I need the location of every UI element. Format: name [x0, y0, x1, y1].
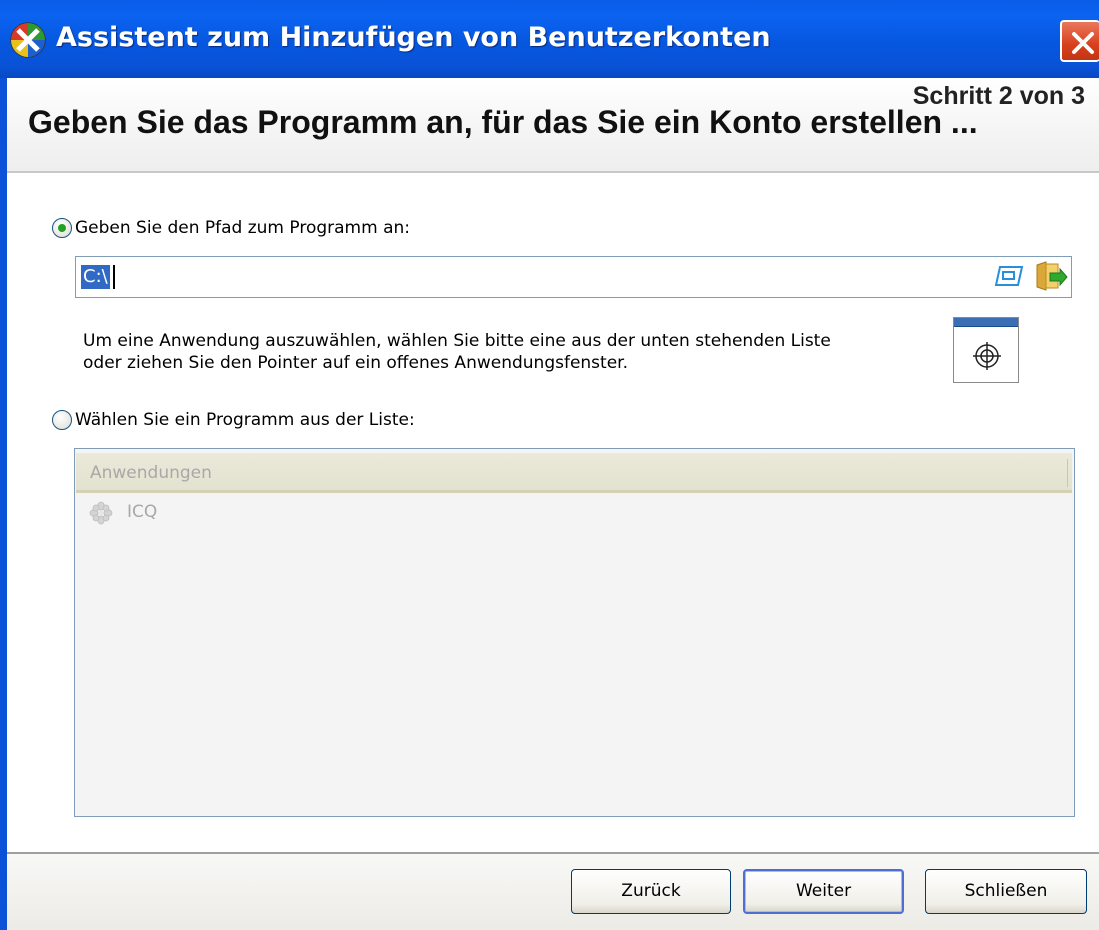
close-dialog-button[interactable]: Schließen [925, 869, 1087, 914]
back-button[interactable]: Zurück [571, 869, 731, 914]
wizard-icon [10, 22, 46, 58]
list-browse-icon[interactable] [994, 264, 1024, 288]
back-label: urück [632, 881, 681, 901]
next-label: eiter [811, 881, 852, 901]
program-path-input[interactable]: C:\ [75, 256, 1072, 298]
title-bar[interactable]: Assistent zum Hinzufügen von Benutzerkon… [0, 0, 1099, 78]
hint-line-2: oder ziehen Sie den Pointer auf ein offe… [83, 353, 628, 373]
column-header-label: Anwendungen [90, 463, 212, 483]
path-radio-label[interactable]: Geben Sie den Pfad zum Programm an: [75, 218, 410, 238]
finder-titlebar [954, 318, 1018, 327]
close-accelerator: S [964, 881, 976, 901]
path-radio[interactable] [52, 218, 72, 238]
folder-browse-icon[interactable] [1034, 259, 1068, 293]
list-column-header[interactable]: Anwendungen [76, 453, 1072, 493]
column-separator [1067, 459, 1068, 487]
path-input-value: C:\ [81, 265, 110, 289]
close-label: chließen [975, 881, 1048, 901]
window-frame-left [0, 78, 7, 930]
icq-flower-icon [89, 501, 113, 525]
crosshair-finder-icon [973, 342, 1001, 370]
list-item-label: ICQ [127, 502, 158, 522]
window-finder-tool[interactable] [953, 317, 1019, 383]
radio-selected-dot [58, 224, 66, 232]
hint-line-1: Um eine Anwendung auszuwählen, wählen Si… [83, 331, 831, 351]
close-icon [1072, 32, 1094, 54]
list-radio-label[interactable]: Wählen Sie ein Programm aus der Liste: [75, 410, 415, 430]
application-list[interactable]: Anwendungen ICQ [74, 448, 1075, 817]
next-button[interactable]: Weiter [743, 869, 904, 914]
window-title: Assistent zum Hinzufügen von Benutzerkon… [56, 22, 771, 53]
text-caret [113, 265, 115, 289]
back-accelerator: Z [621, 881, 633, 901]
page-title: Geben Sie das Programm an, für das Sie e… [28, 104, 978, 140]
list-radio[interactable] [52, 410, 72, 430]
next-accelerator: W [795, 881, 812, 901]
close-button[interactable] [1060, 20, 1099, 62]
selection-hint: Um eine Anwendung auszuwählen, wählen Si… [83, 330, 831, 374]
